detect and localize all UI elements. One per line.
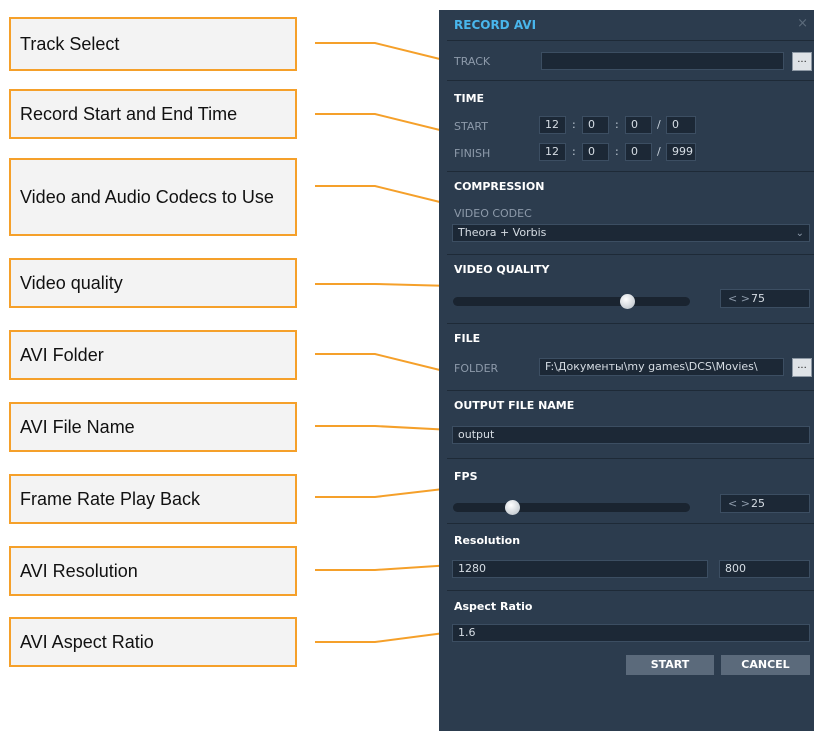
arrow-video-quality — [315, 280, 454, 291]
arrow-time — [315, 113, 454, 136]
video-quality-slider-track[interactable] — [453, 297, 690, 306]
chevron-down-icon: ⌄ — [795, 228, 804, 239]
divider — [447, 171, 814, 172]
callout-avi-resolution: AVI Resolution — [9, 546, 297, 596]
arrow-folder — [315, 353, 454, 376]
callout-codecs: Video and Audio Codecs to Use — [9, 158, 297, 236]
close-icon[interactable]: × — [797, 16, 808, 31]
start-minute-input[interactable]: 0 — [582, 116, 609, 134]
callout-avi-aspect-ratio: AVI Aspect Ratio — [9, 617, 297, 667]
aspect-ratio-input[interactable]: 1.6 — [452, 624, 810, 642]
dialog-title: RECORD AVI — [454, 18, 537, 32]
callout-video-quality: Video quality — [9, 258, 297, 308]
track-label: TRACK — [454, 55, 491, 68]
finish-hour-input[interactable]: 12 — [539, 143, 566, 161]
start-second-input[interactable]: 0 — [625, 116, 652, 134]
arrow-codecs — [315, 185, 454, 208]
track-browse-button[interactable]: ... — [792, 52, 812, 71]
spin-arrows-icon[interactable]: < > — [728, 495, 750, 512]
arrow-fps — [315, 483, 454, 498]
callout-text: AVI File Name — [20, 417, 135, 437]
time-separator: : — [615, 118, 619, 131]
cancel-button[interactable]: CANCEL — [721, 655, 810, 675]
compression-header: COMPRESSION — [454, 180, 545, 193]
divider — [447, 40, 814, 41]
file-header: FILE — [454, 332, 481, 345]
callout-text: AVI Aspect Ratio — [20, 632, 154, 652]
arrow-resolution — [315, 560, 454, 571]
fps-spinbox[interactable]: < > 25 — [720, 494, 810, 513]
finish-frame-input[interactable]: 999 — [666, 143, 696, 161]
divider — [447, 390, 814, 391]
fps-slider-handle[interactable] — [505, 500, 520, 515]
fps-header: FPS — [454, 470, 478, 483]
video-codec-value: Theora + Vorbis — [458, 226, 547, 239]
start-hour-input[interactable]: 12 — [539, 116, 566, 134]
divider — [447, 458, 814, 459]
callout-text: Video and Audio Codecs to Use — [20, 187, 274, 207]
video-quality-header: VIDEO QUALITY — [454, 263, 550, 276]
finish-minute-input[interactable]: 0 — [582, 143, 609, 161]
track-input[interactable] — [541, 52, 784, 70]
divider — [447, 590, 814, 591]
divider — [447, 80, 814, 81]
spin-arrows-icon[interactable]: < > — [728, 290, 750, 307]
finish-label: FINISH — [454, 147, 491, 160]
fps-slider-track[interactable] — [453, 503, 690, 512]
video-codec-label: VIDEO CODEC — [454, 207, 532, 220]
divider — [447, 254, 814, 255]
callout-text: Video quality — [20, 273, 123, 293]
time-separator: : — [572, 118, 576, 131]
arrow-track — [315, 42, 454, 65]
frame-separator: / — [657, 145, 661, 158]
folder-input[interactable]: F:\Документы\my games\DCS\Movies\ — [539, 358, 784, 376]
arrow-aspect-ratio — [315, 628, 454, 643]
dialog-titlebar: RECORD AVI × — [439, 10, 814, 40]
aspect-ratio-header: Aspect Ratio — [454, 600, 533, 613]
folder-label: FOLDER — [454, 362, 499, 375]
output-file-name-input[interactable]: output — [452, 426, 810, 444]
resolution-width-input[interactable]: 1280 — [452, 560, 708, 578]
callout-avi-file-name: AVI File Name — [9, 402, 297, 452]
record-avi-dialog: RECORD AVI × TRACK ... TIME START 12 : 0… — [439, 10, 814, 731]
callout-text: Frame Rate Play Back — [20, 489, 201, 509]
callout-text: AVI Folder — [20, 345, 104, 365]
divider — [447, 523, 814, 524]
callout-text: Record Start and End Time — [20, 104, 238, 124]
callout-frame-rate: Frame Rate Play Back — [9, 474, 297, 524]
video-quality-slider-handle[interactable] — [620, 294, 635, 309]
video-codec-select[interactable]: Theora + Vorbis ⌄ — [452, 224, 810, 242]
video-quality-spinbox[interactable]: < > 75 — [720, 289, 810, 308]
frame-separator: / — [657, 118, 661, 131]
callout-text: AVI Resolution — [20, 561, 138, 581]
time-header: TIME — [454, 92, 485, 105]
resolution-header: Resolution — [454, 534, 521, 547]
start-frame-input[interactable]: 0 — [666, 116, 696, 134]
fps-value: 25 — [751, 497, 765, 510]
resolution-height-input[interactable]: 800 — [719, 560, 810, 578]
callout-avi-folder: AVI Folder — [9, 330, 297, 380]
callout-track-select: Track Select — [9, 17, 297, 71]
divider — [447, 323, 814, 324]
time-separator: : — [572, 145, 576, 158]
finish-second-input[interactable]: 0 — [625, 143, 652, 161]
start-label: START — [454, 120, 488, 133]
arrow-file-name — [315, 424, 454, 435]
callout-record-time: Record Start and End Time — [9, 89, 297, 139]
video-quality-value: 75 — [751, 292, 765, 305]
folder-browse-button[interactable]: ... — [792, 358, 812, 377]
output-file-name-header: OUTPUT FILE NAME — [454, 399, 575, 412]
time-separator: : — [615, 145, 619, 158]
callout-text: Track Select — [20, 34, 120, 54]
start-button[interactable]: START — [626, 655, 714, 675]
